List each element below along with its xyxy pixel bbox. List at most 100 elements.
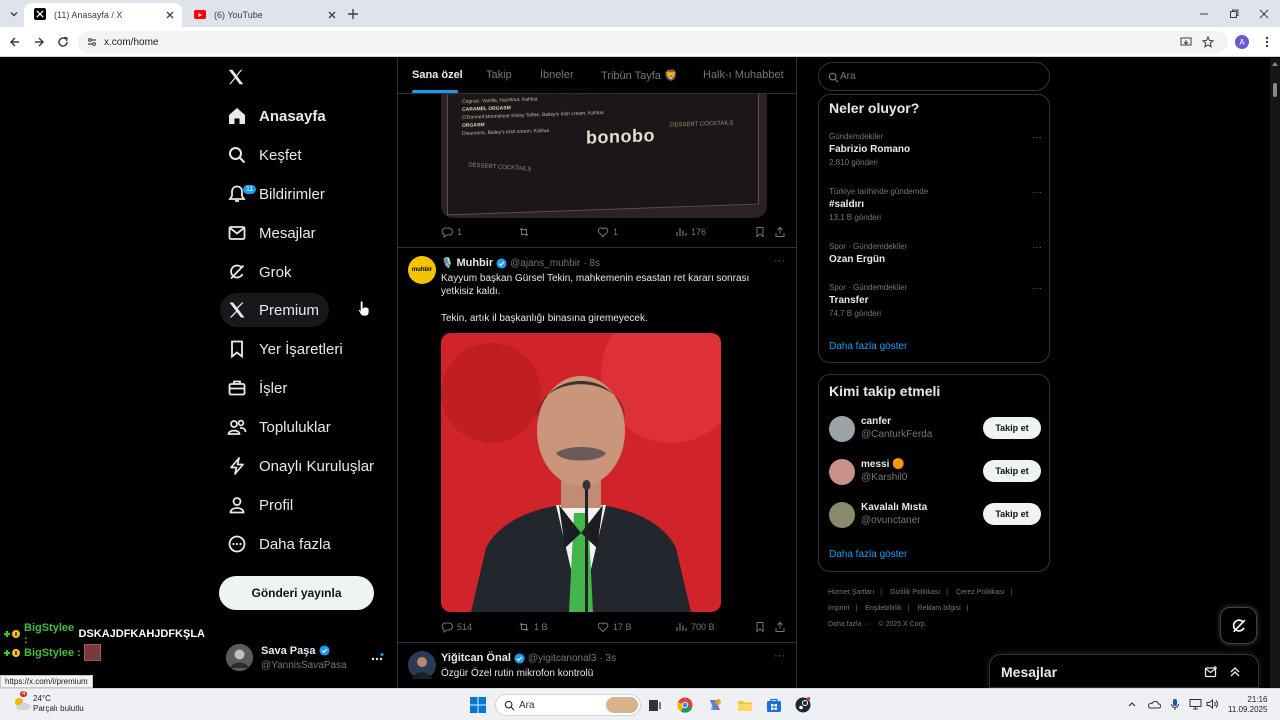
copilot-icon[interactable]: [707, 697, 723, 713]
footer-link[interactable]: Imprint: [828, 605, 849, 612]
new-tab-icon[interactable]: [346, 7, 360, 21]
file-explorer-icon[interactable]: [737, 697, 753, 713]
footer-link[interactable]: Reklam bilgisi: [918, 605, 961, 612]
search-input[interactable]: Ara: [818, 62, 1050, 91]
sidebar-item-grok[interactable]: Grok: [220, 255, 302, 289]
trend-item[interactable]: Spor · Gündemdekiler Transfer 74,7 B gön…: [829, 283, 1044, 318]
footer-link[interactable]: Gizlilik Politikası: [890, 589, 940, 596]
taskbar-search[interactable]: Ara: [495, 694, 641, 716]
volume-icon[interactable]: [1206, 698, 1219, 710]
back-icon[interactable]: [8, 35, 22, 49]
taskbar-clock[interactable]: 21:16 11.09.2025: [1228, 695, 1267, 715]
scrollbar-thumb[interactable]: [1273, 83, 1277, 97]
like-button[interactable]: 17 B: [597, 621, 632, 633]
expand-drawer-icon[interactable]: [1228, 665, 1242, 679]
onedrive-icon[interactable]: [1147, 698, 1161, 710]
author-handle[interactable]: @yigitcanonal3: [528, 653, 597, 664]
sidebar-item-jobs[interactable]: İşler: [220, 371, 297, 405]
trend-item[interactable]: Spor · Gündemdekiler Ozan Ergün ···: [829, 242, 1044, 265]
bookmark-star-icon[interactable]: [1202, 36, 1214, 48]
reload-icon[interactable]: [56, 35, 70, 49]
avatar[interactable]: [408, 651, 436, 679]
post-media-image[interactable]: [441, 333, 721, 612]
footer-link[interactable]: Hizmet Şartları: [828, 589, 874, 596]
share-button[interactable]: [774, 621, 786, 633]
like-button[interactable]: 1: [597, 226, 618, 238]
bookmark-button[interactable]: [754, 226, 766, 238]
views-button[interactable]: 700 B: [675, 621, 715, 633]
close-tab-icon[interactable]: [165, 10, 175, 20]
store-icon[interactable]: [766, 697, 782, 713]
trend-more-button[interactable]: ···: [1032, 132, 1042, 143]
follow-suggestion[interactable]: messi 🟠 @Karshil0 Takip et: [829, 458, 1041, 488]
x-logo-icon[interactable]: [227, 68, 245, 86]
sidebar-item-verified-orgs[interactable]: Onaylı Kuruluşlar: [220, 449, 384, 483]
tab-list-3[interactable]: Halk-ı Muhabbet: [703, 69, 784, 81]
browser-profile-avatar[interactable]: A: [1235, 35, 1249, 49]
tab-search-chevron-icon[interactable]: [6, 6, 22, 22]
steam-icon[interactable]: [795, 697, 811, 713]
tab-following[interactable]: Takip: [486, 69, 512, 81]
url-field[interactable]: x.com/home: [78, 31, 1228, 53]
author-name[interactable]: Muhbir: [456, 257, 493, 269]
footer-link[interactable]: Çerez Politikası: [956, 589, 1005, 596]
sidebar-item-explore[interactable]: Keşfet: [220, 138, 312, 172]
minimize-icon[interactable]: [1198, 8, 1210, 20]
close-window-icon[interactable]: [1258, 8, 1270, 20]
site-info-icon[interactable]: [87, 37, 97, 47]
scroll-up-arrow-icon[interactable]: [1272, 61, 1278, 66]
trend-item[interactable]: Gündemdekiler Fabrizio Romano 2.810 gönd…: [829, 132, 1044, 167]
reply-button[interactable]: 1: [441, 226, 462, 238]
messages-drawer[interactable]: Mesajlar: [989, 654, 1259, 688]
restore-icon[interactable]: [1228, 8, 1240, 20]
share-button[interactable]: [774, 226, 786, 238]
trend-item[interactable]: Türkiye tarihinde gündemde #saldırı 13,1…: [829, 187, 1044, 222]
microphone-icon[interactable]: [1170, 698, 1180, 711]
grok-floating-button[interactable]: [1220, 607, 1257, 644]
tab-list-2[interactable]: Tribün Tayfa 🦁: [601, 69, 678, 82]
browser-menu-icon[interactable]: [1260, 35, 1274, 49]
footer-more-link[interactable]: Daha fazla ···: [828, 621, 870, 628]
repost-button[interactable]: 1 B: [518, 621, 548, 633]
bookmark-button[interactable]: [754, 621, 766, 633]
sidebar-item-communities[interactable]: Topluluklar: [220, 410, 341, 444]
sidebar-item-profile[interactable]: Profil: [220, 488, 303, 522]
sidebar-item-messages[interactable]: Mesajlar: [220, 216, 326, 250]
footer-link[interactable]: Erişilebilirlik: [865, 605, 902, 612]
reply-button[interactable]: 514: [441, 621, 472, 633]
trend-more-button[interactable]: ···: [1032, 283, 1042, 294]
tab-list-1[interactable]: İbneler: [540, 69, 574, 81]
post-time[interactable]: · 8s: [583, 258, 600, 269]
author-handle[interactable]: @ajans_muhbir: [510, 258, 580, 269]
author-name[interactable]: Yiğitcan Önal: [441, 652, 511, 664]
sidebar-item-notifications[interactable]: 11 Bildirimler: [220, 177, 335, 211]
post-more-button[interactable]: ···: [774, 650, 785, 662]
tab-youtube[interactable]: (6) YouTube: [184, 3, 344, 27]
close-tab-icon[interactable]: [327, 10, 337, 20]
trends-show-more-link[interactable]: Daha fazla göster: [829, 341, 907, 352]
follow-button[interactable]: Takip et: [983, 503, 1041, 525]
chrome-icon[interactable]: [677, 697, 693, 713]
page-scrollbar[interactable]: [1270, 58, 1280, 688]
follow-suggestion[interactable]: Kavalalı Mısta @ovunctaner Takip et: [829, 501, 1041, 531]
tab-for-you[interactable]: Sana özel: [412, 69, 463, 81]
forward-icon[interactable]: [32, 35, 46, 49]
account-switcher[interactable]: Sava Paşa @YannisSavaPasa: [226, 644, 392, 684]
weather-widget[interactable]: 4: [12, 691, 32, 713]
who-to-follow-show-more-link[interactable]: Daha fazla göster: [829, 549, 907, 560]
network-icon[interactable]: [1189, 698, 1202, 710]
trend-more-button[interactable]: ···: [1032, 187, 1042, 198]
task-view-icon[interactable]: [647, 697, 663, 713]
post-more-button[interactable]: ···: [774, 255, 785, 267]
post-time[interactable]: · 3s: [599, 653, 616, 664]
sidebar-item-bookmarks[interactable]: Yer İşaretleri: [220, 332, 353, 366]
post-button[interactable]: Gönderi yayınla: [219, 576, 374, 610]
weather-text[interactable]: 24°C Parçalı bulutlu: [33, 694, 84, 714]
account-more-icon[interactable]: [370, 653, 384, 663]
sidebar-item-premium[interactable]: Premium: [220, 293, 330, 327]
trend-more-button[interactable]: ···: [1032, 242, 1042, 253]
new-message-icon[interactable]: [1204, 665, 1218, 679]
install-app-icon[interactable]: [1180, 36, 1192, 48]
sidebar-item-home[interactable]: Anasayfa: [220, 99, 336, 133]
repost-button[interactable]: [518, 226, 534, 238]
